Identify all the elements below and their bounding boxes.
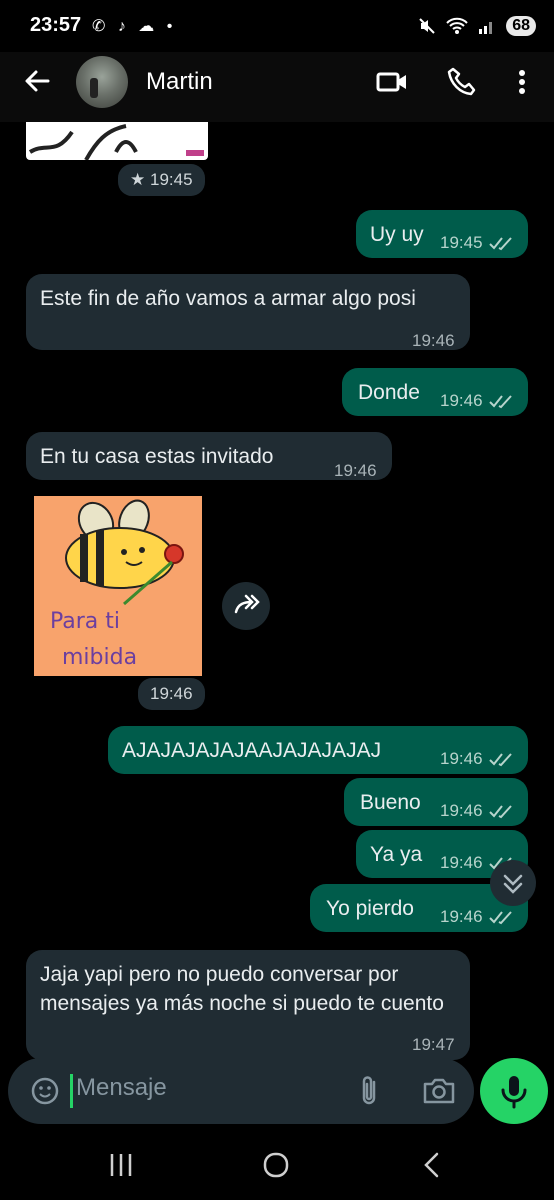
- forward-icon: [234, 594, 260, 614]
- chat-header: Martin: [0, 52, 554, 122]
- attach-icon[interactable]: [354, 1074, 384, 1108]
- message-time: 19:46: [334, 461, 377, 480]
- timestamp-pill: ★ 19:45: [118, 164, 205, 196]
- message-time: 19:46: [440, 749, 483, 768]
- message-time: 19:47: [412, 1035, 455, 1054]
- message-text: Donde: [358, 381, 420, 404]
- forward-button[interactable]: [222, 582, 270, 630]
- microphone-icon: [501, 1076, 527, 1109]
- sticker-text-line1: Para ti: [50, 609, 120, 634]
- incoming-message[interactable]: Jaja yapi pero no puedo conversar por me…: [26, 950, 470, 1060]
- message-meta: 19:46: [440, 796, 515, 825]
- video-call-icon[interactable]: [376, 66, 408, 98]
- message-composer: Mensaje: [8, 1058, 474, 1124]
- message-time: 19:46: [440, 801, 483, 820]
- back-nav-icon[interactable]: [420, 1152, 444, 1178]
- read-ticks-icon: [488, 394, 512, 408]
- status-bar: 23:57 ✆ ♪ ☁ • 68: [0, 0, 554, 52]
- message-meta: 19:46: [440, 744, 515, 773]
- incoming-message[interactable]: Este fin de año vamos a armar algo posi …: [26, 274, 470, 350]
- double-chevron-down-icon: [503, 874, 523, 894]
- image-message[interactable]: [26, 122, 208, 160]
- home-icon[interactable]: [262, 1152, 290, 1178]
- voice-message-button[interactable]: [480, 1058, 548, 1124]
- incoming-message[interactable]: En tu casa estas invitado 19:46: [26, 432, 392, 480]
- message-text: Uy uy: [370, 223, 424, 246]
- phone-call-icon[interactable]: [446, 66, 478, 98]
- outgoing-message[interactable]: Bueno 19:46: [344, 778, 528, 826]
- drawing-thumbnail: [28, 124, 204, 160]
- message-time: 19:45: [440, 233, 483, 252]
- message-list[interactable]: ★ 19:45 Uy uy 19:45 Este fin de año vamo…: [0, 122, 554, 1060]
- camera-icon[interactable]: [422, 1076, 456, 1106]
- outgoing-message[interactable]: AJAJAJAJAJAAJAJAJAJAJ 19:46: [108, 726, 528, 774]
- notification-icons: ✆ ♪ ☁ •: [92, 18, 177, 35]
- signal-icon: [479, 22, 493, 34]
- message-input[interactable]: Mensaje: [76, 1074, 167, 1102]
- outgoing-message[interactable]: Donde 19:46: [342, 368, 528, 416]
- sticker-message[interactable]: Para ti mibida: [34, 496, 202, 676]
- system-icons: 68: [418, 14, 536, 38]
- read-ticks-icon: [488, 236, 512, 250]
- bee-sticker-image: Para ti mibida: [50, 499, 184, 670]
- sticker-text-line2: mibida: [62, 645, 137, 670]
- read-ticks-icon: [488, 804, 512, 818]
- recent-apps-icon[interactable]: [108, 1152, 134, 1178]
- message-time: 19:46: [440, 907, 483, 926]
- message-text: Yo pierdo: [326, 897, 414, 920]
- sticker-emoji-icon[interactable]: [30, 1076, 60, 1106]
- message-time: 19:46: [150, 684, 193, 703]
- contact-name[interactable]: Martin: [146, 68, 213, 96]
- message-text: Bueno: [360, 791, 421, 814]
- avatar[interactable]: [76, 56, 128, 108]
- message-meta: 19:45: [440, 228, 515, 257]
- star-icon: ★: [130, 170, 146, 189]
- message-meta: 19:46: [440, 902, 515, 931]
- message-text: Ya ya: [370, 843, 423, 866]
- back-arrow-icon[interactable]: [22, 66, 52, 96]
- status-time: 23:57: [30, 14, 82, 36]
- message-text: Este fin de año vamos a armar algo posi: [40, 287, 416, 310]
- timestamp-pill: 19:46: [138, 678, 205, 710]
- message-text: En tu casa estas invitado: [40, 445, 274, 468]
- scroll-to-bottom-button[interactable]: [490, 860, 536, 906]
- wifi-icon: [446, 17, 468, 34]
- read-ticks-icon: [488, 752, 512, 766]
- more-options-icon[interactable]: [506, 66, 538, 98]
- outgoing-message[interactable]: Uy uy 19:45: [356, 210, 528, 258]
- message-time: 19:46: [440, 391, 483, 410]
- message-time: 19:46: [412, 331, 455, 350]
- system-navigation-bar: [0, 1130, 554, 1200]
- message-text: Jaja yapi pero no puedo conversar por me…: [40, 963, 444, 1015]
- message-meta: 19:46: [440, 386, 515, 415]
- message-time: 19:45: [149, 170, 193, 189]
- message-time: 19:46: [440, 853, 483, 872]
- message-text: AJAJAJAJAJAAJAJAJAJAJ: [122, 739, 382, 762]
- text-caret: [70, 1074, 73, 1108]
- battery-badge: 68: [506, 16, 536, 36]
- mute-icon: [419, 18, 435, 34]
- read-ticks-icon: [488, 910, 512, 924]
